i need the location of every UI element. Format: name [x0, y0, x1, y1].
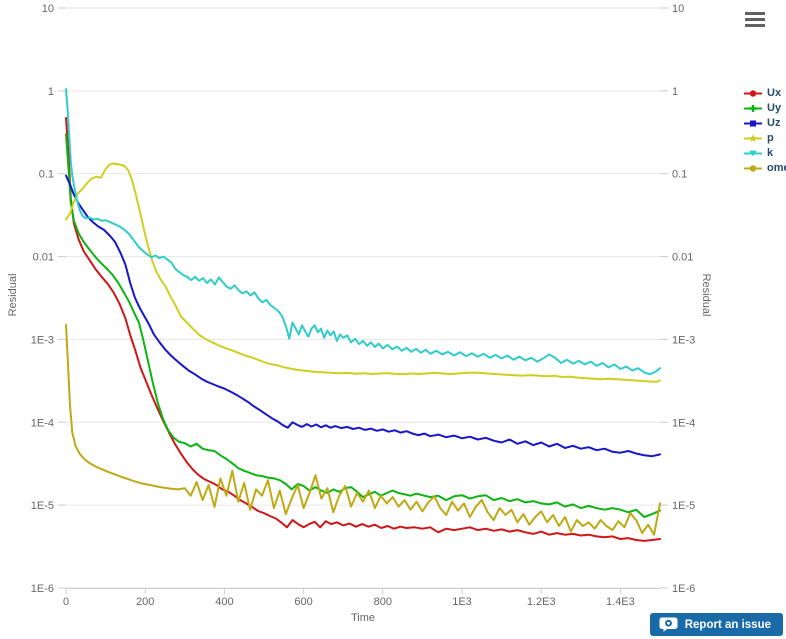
x-axis-label: 0	[63, 596, 69, 608]
legend-marker-triangle-down-icon	[744, 150, 762, 157]
y-axis-label-right: 1	[672, 86, 678, 98]
residuals-plot-widget: Residual Residual Time 10 10 1 1 0.1 0.1 0.01 0…	[0, 0, 786, 639]
x-axis-label: 200	[136, 596, 154, 608]
y-axis-label-right: 1E-3	[672, 334, 695, 346]
legend-item-p[interactable]: p	[744, 131, 786, 146]
legend-marker-square-icon	[744, 120, 762, 127]
x-axis-label: 1E3	[452, 596, 472, 608]
legend-label: Ux	[767, 87, 782, 99]
y-axis-label-right: 0.01	[672, 252, 693, 264]
legend-label: Uz	[767, 117, 781, 129]
chart-context-menu-button[interactable]	[740, 7, 770, 31]
legend-label: p	[767, 132, 774, 144]
y-axis-label-right: 0.1	[672, 169, 687, 181]
residuals-chart: Residual Residual Time 10 10 1 1 0.1 0.1 0.01 0…	[7, 3, 712, 624]
legend: Ux Uy Uz pk omega	[744, 86, 786, 176]
legend-marker-star-icon	[744, 134, 762, 142]
x-axis-label: 1.2E3	[527, 596, 556, 608]
legend-item-Uz[interactable]: Uz	[744, 116, 786, 131]
report-issue-button[interactable]: Report an issue	[649, 613, 783, 636]
y-axis-label-left: 1	[48, 86, 54, 98]
legend-label: omega	[767, 162, 786, 174]
y-axis-label-right: 10	[672, 3, 684, 15]
camera-speech-bubble-icon	[659, 617, 678, 632]
series-line-Uy	[65, 133, 661, 518]
series-line-Ux	[65, 117, 661, 542]
legend-label: Uy	[767, 102, 782, 114]
y-axis-label-left: 0.1	[39, 169, 54, 181]
x-axis-title: Time	[351, 612, 375, 624]
hamburger-icon	[745, 11, 765, 15]
y-axis-title-left: Residual	[7, 274, 19, 317]
x-axis-label: 400	[215, 596, 233, 608]
y-axis-label-left: 1E-5	[31, 500, 54, 512]
x-axis-label: 600	[294, 596, 312, 608]
y-axis-label-left: 0.01	[33, 252, 54, 264]
series-line-p	[65, 162, 661, 383]
series-line-k	[65, 88, 661, 376]
report-issue-label: Report an issue	[684, 618, 771, 631]
legend-marker-circle-icon	[744, 165, 762, 172]
y-axis-label-left: 1E-6	[31, 583, 54, 595]
y-axis-title-right: Residual	[700, 274, 712, 317]
legend-marker-plus-icon	[744, 105, 762, 112]
legend-item-omega[interactable]: omega	[744, 161, 786, 176]
series-line-Uz	[65, 174, 661, 458]
y-axis-label-left: 1E-3	[31, 334, 54, 346]
y-axis-label-right: 1E-6	[672, 583, 695, 595]
x-axis-label: 1.4E3	[606, 596, 635, 608]
y-axis-label-left: 10	[42, 3, 54, 15]
legend-marker-circle-icon	[744, 90, 762, 97]
legend-item-Ux[interactable]: Ux	[744, 86, 786, 101]
legend-item-k[interactable]: k	[744, 146, 786, 161]
y-axis-label-left: 1E-4	[31, 417, 54, 429]
y-axis-label-right: 1E-5	[672, 500, 695, 512]
legend-label: k	[767, 147, 774, 159]
legend-item-Uy[interactable]: Uy	[744, 101, 786, 116]
x-axis-label: 800	[374, 596, 392, 608]
y-axis-label-right: 1E-4	[672, 417, 695, 429]
